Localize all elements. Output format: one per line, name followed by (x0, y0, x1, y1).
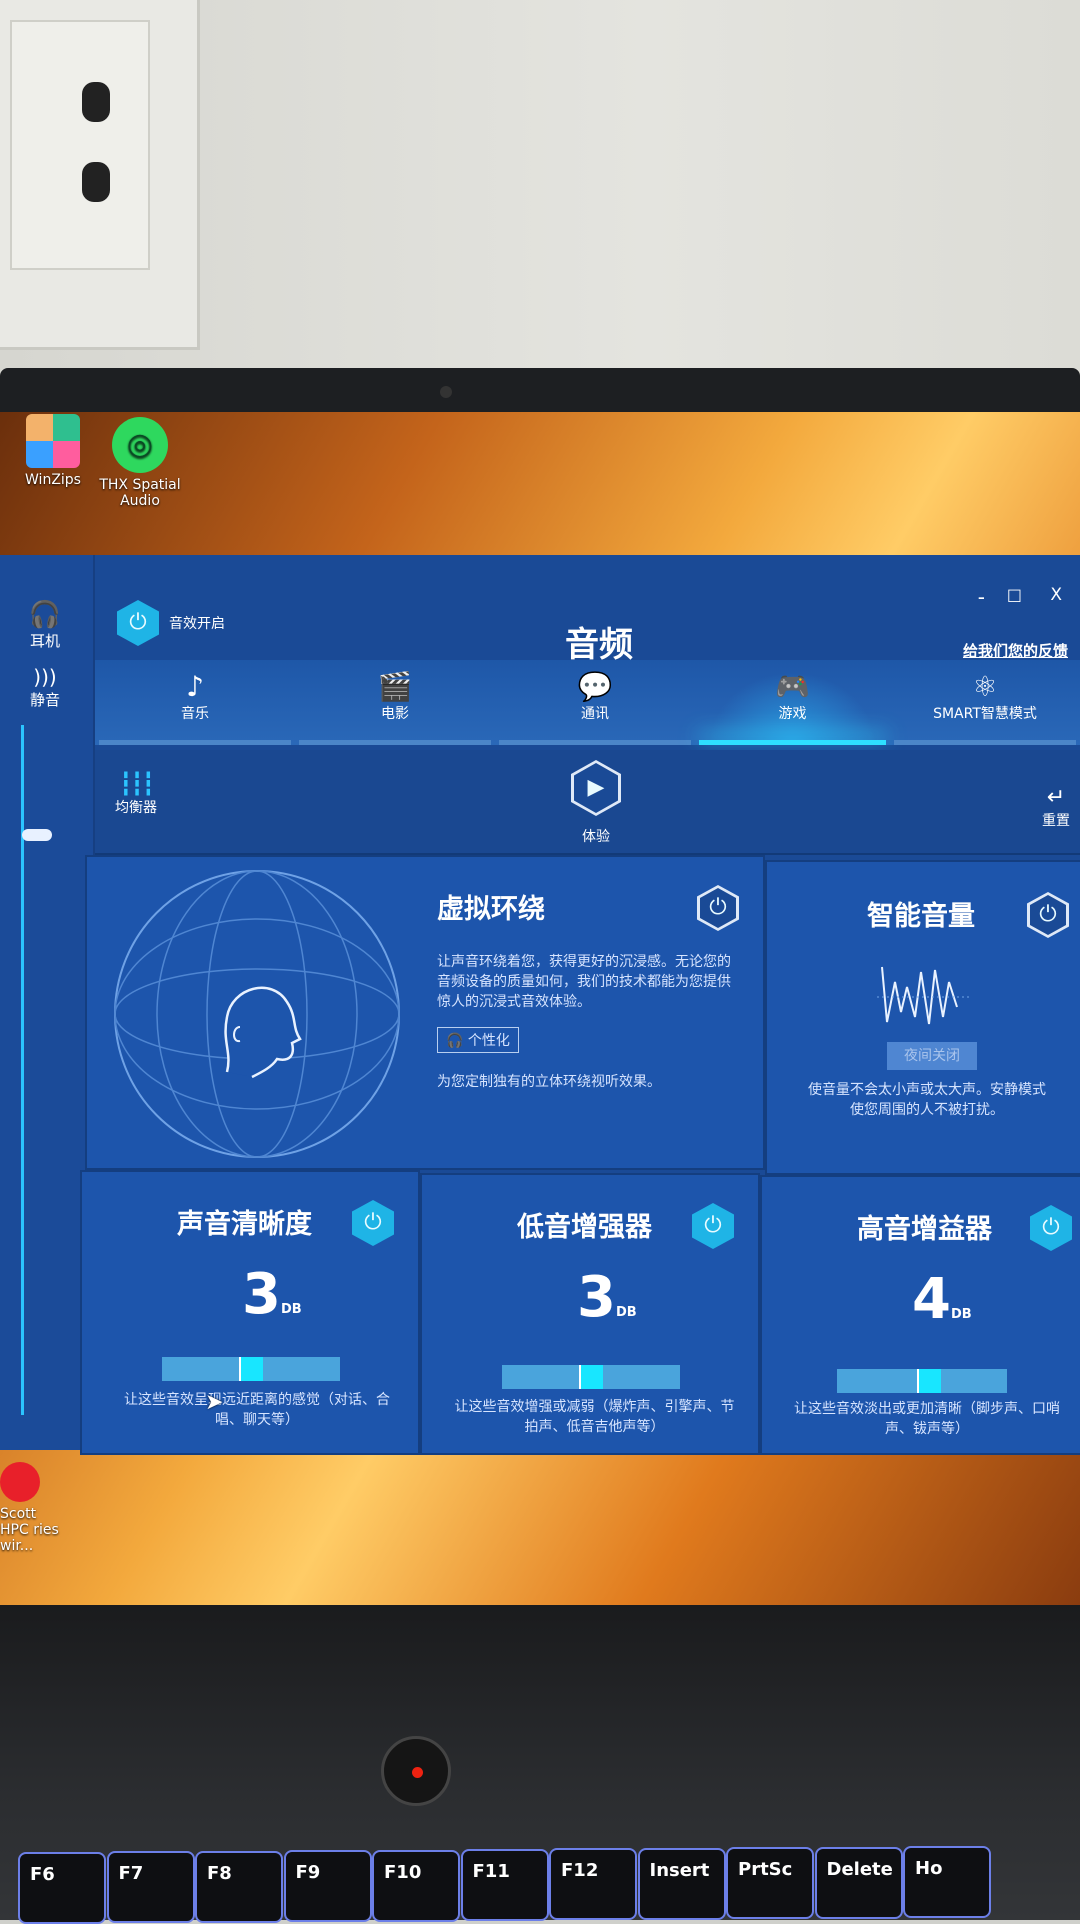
treble-boost-slider[interactable] (837, 1369, 1007, 1393)
treble-boost-title: 高音增益器 (857, 1214, 992, 1245)
toolbar: ┇┇┇ 均衡器 ▶ 体验 ↵ 重置 (95, 750, 1080, 855)
smart-volume-power-toggle[interactable]: ⏻ (1027, 892, 1069, 938)
clarity-power-toggle[interactable]: ⏻ (352, 1200, 394, 1246)
virtual-surround-card: 虚拟环绕 ⏻ 让声音环绕着您，获得更好的沉浸感。无论您的音频设备的质量如何，我们… (85, 855, 765, 1170)
virtual-surround-power-toggle[interactable]: ⏻ (697, 885, 739, 931)
audio-app-window: 🎧 耳机 ))) 静音 - □ X ⏻ 音效开启 音频 给我们您的反馈 ♪ 音乐 … (0, 555, 1080, 1455)
tab-game[interactable]: 🎮 游戏 (695, 660, 890, 745)
personalize-button[interactable]: 🎧 个性化 (437, 1027, 519, 1053)
key-f11[interactable]: F11 (460, 1849, 549, 1921)
winzip-icon (26, 414, 80, 468)
key-insert[interactable]: Insert (637, 1847, 726, 1920)
bass-boost-slider[interactable] (502, 1365, 680, 1389)
reset-button[interactable]: ↵ 重置 (1042, 785, 1070, 830)
clarity-card: 声音清晰度 ⏻ 3DB 让这些音效呈现远近距离的感觉（对话、合唱、聊天等） (80, 1170, 420, 1455)
treble-boost-power-toggle[interactable]: ⏻ (1030, 1205, 1072, 1251)
volume-slider[interactable] (21, 725, 24, 1415)
key-f12[interactable]: F12 (549, 1848, 637, 1921)
play-icon: ▶ (571, 760, 621, 816)
smart-volume-title: 智能音量 (867, 901, 975, 932)
wall-outlet (0, 0, 200, 350)
equalizer-button[interactable]: ┇┇┇ 均衡器 (115, 772, 157, 817)
key-f8[interactable]: F8 (195, 1850, 283, 1923)
volume-slider-handle[interactable] (22, 828, 52, 841)
virtual-surround-description: 让声音环绕着您，获得更好的沉浸感。无论您的音频设备的质量如何，我们的技术都能为您… (437, 954, 731, 1010)
mouse-cursor: ➤ (205, 1390, 224, 1415)
key-prtsc[interactable]: PrtSc (726, 1847, 814, 1920)
bass-boost-power-toggle[interactable]: ⏻ (692, 1203, 734, 1249)
treble-boost-slider-thumb[interactable] (917, 1369, 942, 1393)
bass-boost-card: 低音增强器 ⏻ 3DB 让这些音效增强或减弱（爆炸声、引擎声、节拍声、低音吉他声… (420, 1173, 760, 1455)
bass-boost-value: 3DB (577, 1265, 637, 1330)
clarity-slider[interactable] (162, 1357, 340, 1381)
mode-tabs: ♪ 音乐 🎬 电影 💬 通讯 🎮 游戏 ⚛ SMART智慧模式 (95, 660, 1080, 745)
gamepad-icon: 🎮 (775, 670, 810, 703)
smart-volume-card: 智能音量 ⏻ 夜间关闭 使音量不会太小声或太大声。安静模式使您周围的人不被打扰。 (765, 860, 1080, 1175)
headphones-button[interactable]: 🎧 耳机 (0, 600, 90, 651)
laptop-bezel (0, 368, 1080, 418)
mute-button[interactable]: ))) 静音 (0, 665, 90, 710)
bass-boost-slider-thumb[interactable] (579, 1365, 603, 1389)
atom-icon: ⚛ (972, 670, 998, 703)
sound-wave-icon: ))) (33, 665, 57, 689)
headphones-icon: 🎧 (446, 1033, 468, 1049)
key-f10[interactable]: F10 (372, 1849, 460, 1922)
bass-boost-title: 低音增强器 (517, 1212, 652, 1243)
desktop-icon-thx[interactable]: ◎ THX Spatial Audio (95, 417, 185, 509)
tab-smart-mode[interactable]: ⚛ SMART智慧模式 (890, 660, 1080, 745)
webcam (440, 386, 452, 398)
bass-boost-description: 让这些音效增强或减弱（爆炸声、引擎声、节拍声、低音吉他声等） (454, 1399, 735, 1435)
headphones-icon: 🎧 (28, 600, 62, 630)
key-ho[interactable]: Ho (903, 1846, 991, 1918)
thx-icon: ◎ (112, 417, 168, 473)
power-button[interactable] (381, 1736, 451, 1806)
page-title: 音频 (565, 625, 633, 665)
desktop-icon-scott[interactable]: Scott HPC ries wir... (0, 1462, 60, 1554)
treble-boost-card: 高音增益器 ⏻ 4DB 让这些音效淡出或更加清晰（脚步声、口哨声、钹声等） (760, 1175, 1080, 1455)
chat-icon: 💬 (577, 670, 613, 703)
clarity-description: 让这些音效呈现远近距离的感觉（对话、合唱、聊天等） (124, 1392, 390, 1428)
clapperboard-icon: 🎬 (377, 670, 413, 703)
tab-communication[interactable]: 💬 通讯 (495, 660, 695, 745)
key-delete[interactable]: Delete (814, 1846, 903, 1919)
feedback-link[interactable]: 给我们您的反馈 (963, 640, 1068, 661)
app-icon (0, 1462, 40, 1502)
smart-volume-description: 使音量不会太小声或太大声。安静模式使您周围的人不被打扰。 (808, 1082, 1046, 1118)
virtual-surround-footer: 为您定制独有的立体环绕视听效果。 (437, 1074, 661, 1090)
waveform-icon (877, 966, 972, 1025)
maximize-button[interactable]: □ (1007, 585, 1022, 604)
music-note-icon: ♪ (186, 670, 204, 703)
power-icon: ⏻ (117, 600, 159, 646)
night-off-button[interactable]: 夜间关闭 (887, 1042, 977, 1070)
minimize-button[interactable]: - (978, 585, 985, 609)
sphere-head-illustration (114, 870, 400, 1158)
equalizer-icon: ┇┇┇ (119, 772, 155, 797)
experience-button[interactable]: ▶ 体验 (571, 760, 621, 846)
key-f6[interactable]: F6 (18, 1852, 106, 1924)
reset-arrow-icon: ↵ (1046, 785, 1066, 810)
tab-movie[interactable]: 🎬 电影 (295, 660, 495, 745)
virtual-surround-title: 虚拟环绕 (437, 894, 545, 925)
clarity-title: 声音清晰度 (177, 1209, 312, 1240)
clarity-slider-thumb[interactable] (239, 1357, 263, 1381)
close-button[interactable]: X (1050, 585, 1062, 605)
key-f9[interactable]: F9 (283, 1850, 372, 1923)
tab-music[interactable]: ♪ 音乐 (95, 660, 295, 745)
treble-boost-description: 让这些音效淡出或更加清晰（脚步声、口哨声、钹声等） (794, 1401, 1060, 1437)
treble-boost-value: 4DB (912, 1267, 972, 1332)
clarity-value: 3DB (242, 1262, 302, 1327)
key-f7[interactable]: F7 (106, 1851, 195, 1924)
desktop-icon-winzips[interactable]: WinZips (18, 414, 88, 488)
effects-toggle[interactable]: ⏻ 音效开启 (117, 600, 225, 646)
